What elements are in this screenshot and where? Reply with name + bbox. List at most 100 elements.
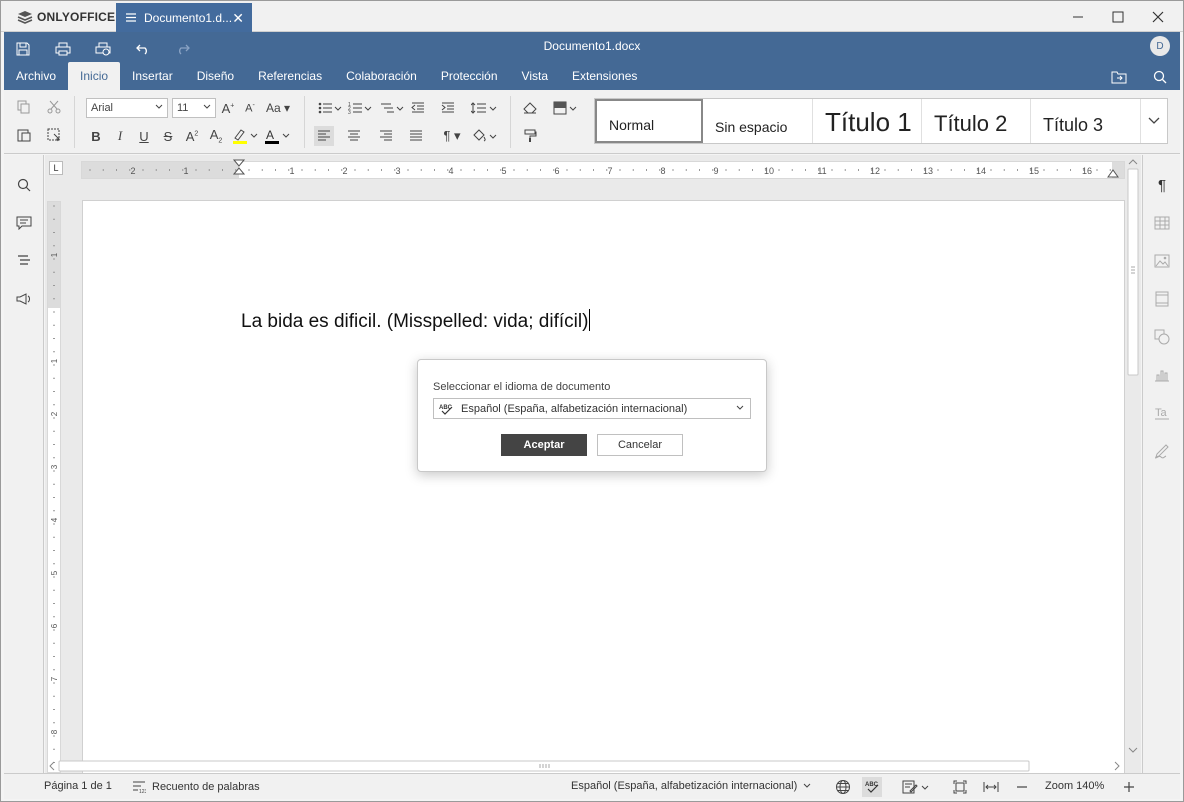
comments-panel-button[interactable] (13, 212, 35, 234)
tab-extensiones[interactable]: Extensiones (560, 62, 649, 90)
folder-icon (1111, 71, 1127, 84)
minimize-button[interactable] (1067, 6, 1089, 28)
tab-proteccion[interactable]: Protección (429, 62, 510, 90)
style-normal[interactable]: Normal (595, 99, 703, 143)
track-changes-button[interactable] (900, 777, 932, 797)
search-button[interactable] (1149, 66, 1171, 88)
decrease-font-button[interactable]: A- (240, 98, 260, 118)
navigation-panel-button[interactable] (13, 250, 35, 272)
ruler-label: 1 (183, 166, 188, 176)
text-art-settings-button[interactable]: Ta (1151, 402, 1173, 424)
paste-button[interactable] (14, 125, 34, 145)
svg-text:123: 123 (139, 789, 146, 794)
font-color-button[interactable]: A (262, 126, 292, 146)
shape-settings-button[interactable] (1151, 326, 1173, 348)
horizontal-scrollbar[interactable] (45, 759, 1126, 773)
multilevel-list-button[interactable] (378, 98, 406, 118)
style-titulo-2[interactable]: Título 2 (922, 99, 1031, 143)
align-right-button[interactable] (376, 126, 396, 146)
maximize-button[interactable] (1107, 6, 1129, 28)
tab-vista[interactable]: Vista (510, 62, 560, 90)
line-spacing-button[interactable] (470, 98, 498, 118)
numbered-list-button[interactable]: 123 (346, 98, 374, 118)
zoom-in-button[interactable] (1119, 777, 1139, 797)
zoom-out-button[interactable] (1012, 777, 1032, 797)
chart-settings-button[interactable] (1151, 364, 1173, 386)
ruler-label: 14 (976, 166, 986, 176)
increase-font-button[interactable]: A+ (218, 98, 238, 118)
document-language-button[interactable] (833, 777, 853, 797)
home-toolbar: Arial 11 A+ A- Aa ▾ B I U S A2 A2 A 123 (4, 90, 1180, 154)
right-indent-marker-icon[interactable] (1107, 168, 1119, 178)
justify-button[interactable] (406, 126, 426, 146)
accept-button[interactable]: Aceptar (501, 434, 587, 456)
change-case-icon: Aa ▾ (265, 101, 291, 115)
styles-expand-button[interactable] (1141, 99, 1167, 143)
indent-marker-icon[interactable] (233, 159, 245, 177)
word-count-button[interactable]: 123 Recuento de palabras (132, 780, 260, 794)
strikethrough-button[interactable]: S (158, 126, 178, 146)
increase-indent-button[interactable] (438, 98, 458, 118)
italic-button[interactable]: I (110, 126, 130, 146)
align-left-button[interactable] (314, 126, 334, 146)
close-window-button[interactable] (1147, 6, 1169, 28)
italic-icon: I (117, 128, 123, 143)
search-panel-button[interactable] (13, 174, 35, 196)
close-tab-icon[interactable]: ✕ (232, 11, 244, 25)
nonprinting-characters-button[interactable]: ¶ ▾ (438, 126, 466, 146)
style-sin-espacio[interactable]: Sin espacio (703, 99, 813, 143)
text-language-selector[interactable]: Español (España, alfabetización internac… (571, 780, 811, 792)
paragraph-settings-button[interactable]: ¶ (1151, 174, 1173, 196)
copy-style-button[interactable] (520, 126, 540, 146)
fit-page-icon (953, 780, 967, 794)
align-center-button[interactable] (344, 126, 364, 146)
tab-insertar[interactable]: Insertar (120, 62, 185, 90)
subscript-button[interactable]: A2 (206, 126, 226, 146)
feedback-panel-button[interactable] (13, 288, 35, 310)
style-titulo-1[interactable]: Título 1 (813, 99, 922, 143)
tab-diseno[interactable]: Diseño (185, 62, 246, 90)
font-size-combo[interactable]: 11 (172, 98, 216, 118)
superscript-button[interactable]: A2 (182, 126, 202, 146)
tab-referencias[interactable]: Referencias (246, 62, 334, 90)
header-footer-settings-button[interactable] (1151, 288, 1173, 310)
change-case-button[interactable]: Aa ▾ (264, 98, 292, 118)
document-body-text[interactable]: La bida es dificil. (Misspelled: vida; d… (241, 309, 591, 333)
fit-to-width-button[interactable] (981, 777, 1001, 797)
tab-colaboracion[interactable]: Colaboración (334, 62, 429, 90)
language-select[interactable]: ABC Español (España, alfabetización inte… (433, 398, 751, 419)
copy-button[interactable] (14, 97, 34, 117)
toolbar-separator (510, 96, 511, 148)
vertical-scrollbar[interactable] (1126, 155, 1140, 760)
document-tab[interactable]: Documento1.d... ✕ (116, 3, 252, 33)
color-scheme-button[interactable] (552, 98, 580, 118)
spell-check-toggle[interactable]: ABC (862, 777, 882, 797)
bullet-list-button[interactable] (316, 98, 344, 118)
clear-style-button[interactable] (520, 98, 540, 118)
select-all-button[interactable] (44, 125, 64, 145)
signature-settings-button[interactable] (1151, 440, 1173, 462)
vertical-ruler[interactable]: 1 1 2 3 4 5 6 7 8 (47, 201, 61, 773)
tab-archivo[interactable]: Archivo (4, 62, 68, 90)
document-page[interactable]: La bida es dificil. (Misspelled: vida; d… (82, 200, 1125, 773)
underline-button[interactable]: U (134, 126, 154, 146)
zoom-level[interactable]: Zoom 140% (1045, 780, 1104, 792)
decrease-indent-button[interactable] (408, 98, 428, 118)
paragraph-shading-button[interactable] (470, 126, 498, 146)
image-settings-button[interactable] (1151, 250, 1173, 272)
subscript-icon: A2 (209, 127, 223, 145)
user-avatar[interactable]: D (1150, 36, 1170, 56)
page-indicator[interactable]: Página 1 de 1 (44, 780, 112, 792)
tab-inicio[interactable]: Inicio (68, 62, 121, 90)
fit-to-page-button[interactable] (950, 777, 970, 797)
table-settings-button[interactable] (1151, 212, 1173, 234)
open-file-location-button[interactable] (1108, 66, 1130, 88)
tab-stop-selector[interactable]: L (49, 161, 63, 175)
style-titulo-3[interactable]: Título 3 (1031, 99, 1141, 143)
bold-button[interactable]: B (86, 126, 106, 146)
cancel-button[interactable]: Cancelar (597, 434, 683, 456)
horizontal-ruler[interactable]: 2 1 1 2 3 4 5 6 7 8 9 10 11 12 13 14 15 16 (81, 159, 1125, 179)
highlight-color-button[interactable] (230, 126, 260, 146)
cut-button[interactable] (44, 97, 64, 117)
font-name-combo[interactable]: Arial (86, 98, 168, 118)
